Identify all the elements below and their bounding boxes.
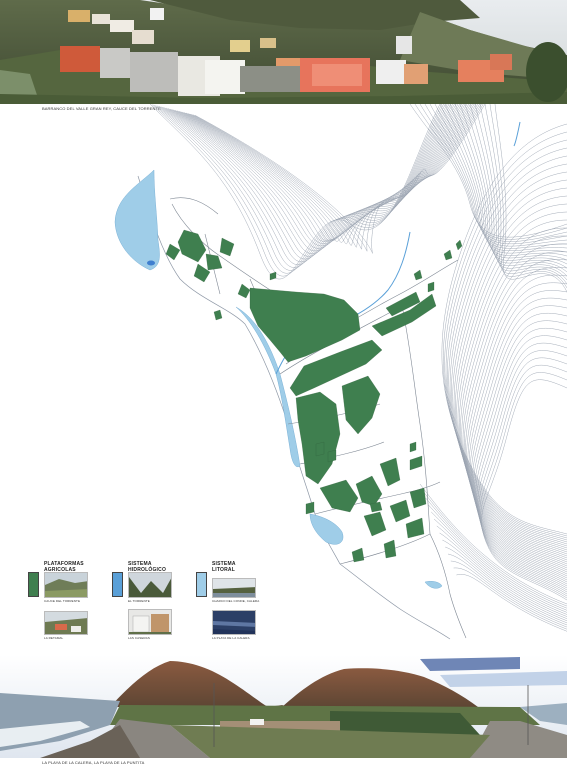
contour-line [193, 104, 484, 252]
legend-swatch-agricultural [28, 572, 39, 597]
pond [147, 260, 155, 266]
legend-photo-coastal-1 [212, 578, 256, 598]
contour-line [461, 243, 567, 565]
legend-caption-hydrological-1: EL TORRENTE [128, 599, 150, 603]
contour-line [494, 104, 567, 293]
contour-line [480, 372, 567, 599]
top-panorama-photo [0, 0, 567, 104]
contour-line [441, 123, 567, 535]
contour-line [449, 171, 567, 547]
contour-line [448, 163, 567, 545]
legend-swatch-hydrological [112, 572, 123, 597]
valle-gran-rey-map [114, 104, 567, 640]
contour-line [475, 335, 567, 589]
legend-title-coastal: SISTEMA LITORAL [212, 561, 236, 573]
bottom-photo-caption: LA PLAYA DE LA CALERA, LA PLAYA DE LA PU… [42, 760, 145, 765]
contour-line [459, 227, 567, 561]
legend-caption-agricultural-1: CAUCE DEL TORRENTE [44, 599, 81, 603]
village-ravine-photo [0, 0, 567, 104]
legend-photo-hydrological-2 [128, 609, 172, 635]
contour-line [481, 379, 567, 601]
contour-line [464, 104, 567, 269]
contour-line [414, 104, 567, 240]
legend-photo-hydrological-1 [128, 572, 172, 598]
legend-photo-coastal-2 [212, 610, 256, 635]
legend-photo-agricultural-1 [44, 572, 88, 598]
legend-caption-coastal-2: LA PLAYA DE LA CALERA [212, 636, 250, 640]
contour-line [456, 574, 567, 632]
legend-caption-agricultural-2: LA RETAMAL [44, 636, 64, 640]
legend-caption-coastal-1: CHARCO DEL CONDE, CALERA [212, 599, 260, 603]
contour-line [455, 203, 567, 555]
beach-mountains-panorama [0, 655, 567, 758]
contour-line [433, 518, 567, 615]
contour-line [459, 104, 567, 265]
agricultural-platforms [165, 229, 463, 563]
contour-line [424, 104, 567, 245]
legend-caption-hydrological-2: LAS CASERAS [128, 636, 150, 640]
legend-photo-agricultural-2 [44, 611, 88, 635]
bottom-panorama-photo [0, 655, 567, 758]
contour-line [460, 235, 567, 563]
contour-line [484, 104, 567, 285]
legend-swatch-coastal [196, 572, 207, 597]
contour-line [450, 560, 567, 628]
